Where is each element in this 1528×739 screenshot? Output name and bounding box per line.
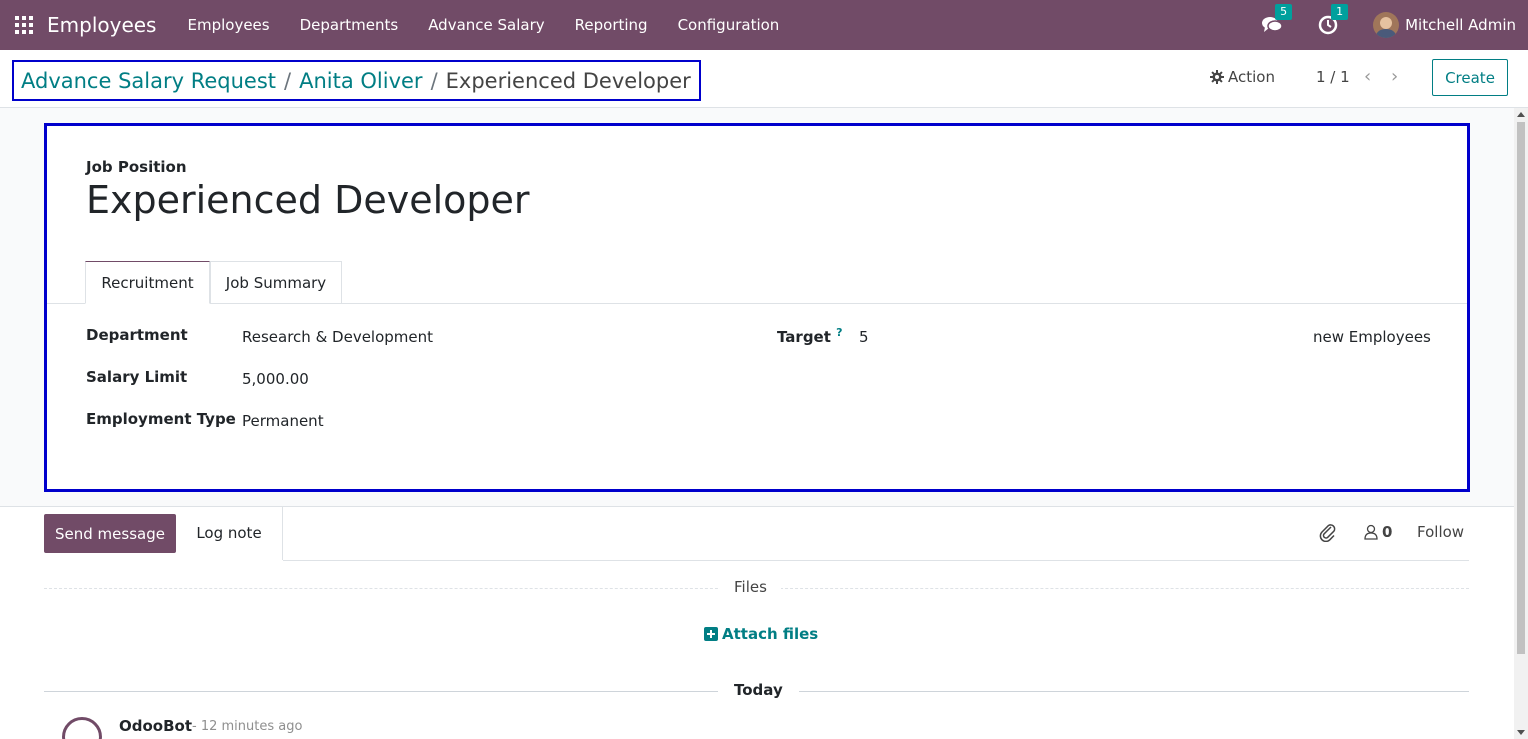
breadcrumb-item-employee[interactable]: Anita Oliver: [299, 69, 422, 93]
tab-recruitment[interactable]: Recruitment: [85, 261, 210, 304]
menu-configuration[interactable]: Configuration: [663, 16, 795, 34]
control-panel: Advance Salary Request / Anita Oliver / …: [0, 50, 1528, 108]
target-value[interactable]: 5: [859, 328, 869, 346]
pager-next-icon[interactable]: ›: [1391, 66, 1398, 87]
target-label-text: Target: [777, 328, 831, 346]
salary-limit-label: Salary Limit: [86, 368, 188, 386]
files-title: Files: [720, 578, 781, 596]
paperclip-icon[interactable]: [1318, 522, 1338, 546]
scrollbar-thumb[interactable]: [1517, 122, 1525, 654]
form-sheet: Job Position Experienced Developer Recru…: [44, 123, 1470, 492]
scroll-down-arrow-icon[interactable]: [1517, 730, 1525, 735]
followers-button[interactable]: 0: [1364, 523, 1392, 541]
action-button[interactable]: Action: [1210, 68, 1275, 86]
send-message-button[interactable]: Send message: [44, 514, 176, 553]
action-label: Action: [1228, 68, 1275, 86]
department-value[interactable]: Research & Development: [242, 328, 433, 346]
activities-button[interactable]: 1: [1317, 4, 1349, 36]
target-suffix: new Employees: [1313, 328, 1431, 346]
create-button[interactable]: Create: [1432, 59, 1508, 96]
user-menu[interactable]: Mitchell Admin: [1405, 16, 1516, 34]
today-label: Today: [718, 681, 799, 699]
app-brand[interactable]: Employees: [47, 13, 156, 37]
employment-type-value[interactable]: Permanent: [242, 412, 324, 430]
pager-prev-icon[interactable]: ‹: [1364, 66, 1371, 87]
job-position-title[interactable]: Experienced Developer: [86, 178, 530, 222]
salary-limit-value[interactable]: 5,000.00: [242, 370, 309, 388]
attach-files-label: Attach files: [722, 625, 819, 643]
department-label: Department: [86, 326, 188, 344]
activities-badge: 1: [1331, 4, 1349, 20]
pager-value[interactable]: 1 / 1: [1316, 68, 1350, 86]
top-navbar: Employees Employees Departments Advance …: [0, 0, 1528, 50]
gear-icon: [1210, 70, 1224, 84]
breadcrumb-separator: /: [430, 68, 438, 93]
follow-button[interactable]: Follow: [1417, 523, 1464, 541]
page-scrollbar[interactable]: [1514, 108, 1528, 739]
user-avatar[interactable]: [1373, 12, 1400, 38]
user-icon: [1364, 524, 1378, 540]
job-position-label: Job Position: [86, 158, 187, 176]
menu-departments[interactable]: Departments: [285, 16, 414, 34]
apps-menu-icon[interactable]: [15, 16, 33, 34]
breadcrumb: Advance Salary Request / Anita Oliver / …: [12, 60, 701, 101]
help-icon[interactable]: ?: [836, 326, 842, 339]
attach-files-button[interactable]: Attach files: [704, 625, 818, 643]
employment-type-label: Employment Type: [86, 410, 236, 428]
message-author[interactable]: OdooBot: [119, 717, 192, 735]
tab-job-summary[interactable]: Job Summary: [210, 261, 342, 304]
plus-square-icon: [704, 627, 718, 641]
log-note-button[interactable]: Log note: [176, 506, 283, 560]
followers-count: 0: [1382, 523, 1393, 541]
target-label: Target ?: [777, 326, 843, 346]
menu-employees[interactable]: Employees: [172, 16, 284, 34]
message-timestamp: - 12 minutes ago: [192, 719, 303, 734]
breadcrumb-item-advance-salary-request[interactable]: Advance Salary Request: [21, 69, 276, 93]
chatter-divider: [283, 560, 1469, 561]
scroll-up-arrow-icon[interactable]: [1517, 112, 1525, 117]
messages-badge: 5: [1275, 4, 1293, 20]
menu-advance-salary[interactable]: Advance Salary: [413, 16, 559, 34]
messages-button[interactable]: 5: [1261, 4, 1293, 36]
breadcrumb-item-current: Experienced Developer: [445, 68, 691, 93]
menu-reporting[interactable]: Reporting: [560, 16, 663, 34]
breadcrumb-separator: /: [284, 68, 292, 93]
notebook-tabs: Recruitment Job Summary: [47, 261, 1467, 304]
